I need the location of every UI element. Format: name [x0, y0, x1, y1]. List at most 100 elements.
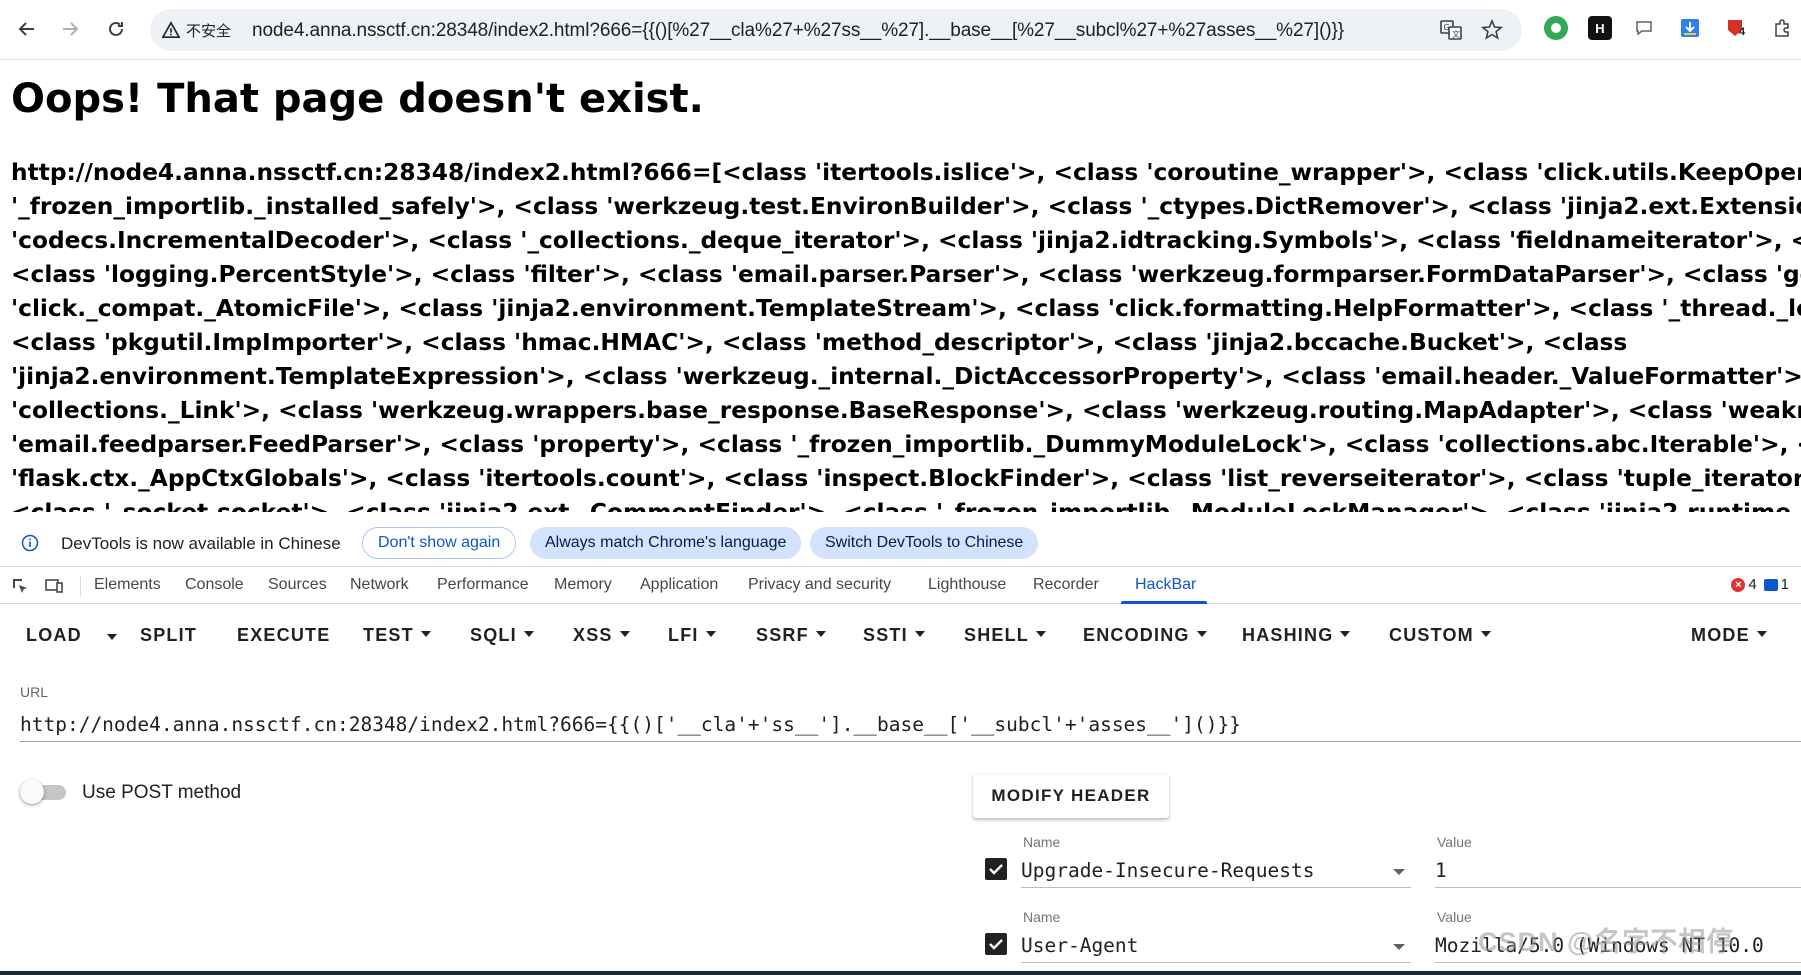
always-match-language-button[interactable]: Always match Chrome's language — [530, 527, 802, 559]
test-menu-button[interactable]: TEST — [363, 625, 431, 646]
hackbar-panel: LOAD SPLIT EXECUTE TEST SQLI XSS LFI SSR… — [0, 604, 1801, 975]
message-counter[interactable]: 1 — [1763, 576, 1789, 593]
mode-menu-button[interactable]: MODE — [1691, 625, 1767, 646]
body-line: <class 'logging.PercentStyle'>, <class '… — [11, 261, 1801, 288]
infobar-message: DevTools is now available in Chinese — [61, 534, 341, 553]
svg-text:G: G — [1444, 23, 1450, 32]
modify-header-button[interactable]: MODIFY HEADER — [973, 774, 1169, 818]
chevron-down-icon — [1340, 631, 1351, 638]
chevron-down-icon — [1036, 631, 1047, 638]
header-enabled-checkbox[interactable] — [985, 933, 1007, 955]
custom-menu-button[interactable]: CUSTOM — [1389, 625, 1491, 646]
body-line: 'flask.ctx._AppCtxGlobals'>, <class 'ite… — [11, 465, 1801, 492]
reload-button[interactable] — [98, 11, 134, 47]
header-name-value: User-Agent — [1021, 934, 1139, 957]
tab-elements[interactable]: Elements — [94, 576, 161, 594]
chevron-down-icon — [1756, 631, 1767, 638]
body-line: <class 'pkgutil.ImpImporter'>, <class 'h… — [11, 329, 1628, 356]
body-line: <class '_socket.socket'>, <class 'jinja2… — [11, 496, 1801, 512]
body-line: 'click._compat._AtomicFile'>, <class 'ji… — [11, 295, 1801, 322]
chevron-down-icon — [705, 631, 716, 638]
header-value-text: 1 — [1435, 859, 1447, 882]
checkmark-icon — [989, 864, 1003, 875]
header-row: Name Upgrade-Insecure-Requests Value 1 — [985, 834, 1801, 894]
chevron-down-icon — [619, 631, 630, 638]
header-name-select[interactable]: Upgrade-Insecure-Requests — [1021, 854, 1411, 888]
red-shield-extension-icon[interactable]: 4 — [1723, 16, 1747, 40]
tab-lighthouse[interactable]: Lighthouse — [928, 576, 1006, 594]
tab-hackbar[interactable]: HackBar — [1135, 576, 1196, 594]
tab-application[interactable]: Application — [640, 576, 718, 594]
body-line: http://node4.anna.nssctf.cn:28348/index2… — [11, 159, 1801, 186]
ssrf-menu-button[interactable]: SSRF — [756, 625, 826, 646]
header-name-select[interactable]: User-Agent — [1021, 929, 1411, 963]
dropdown-arrow-icon — [1393, 869, 1405, 875]
back-button[interactable] — [9, 11, 45, 47]
address-url[interactable]: node4.anna.nssctf.cn:28348/index2.html?6… — [252, 20, 1344, 42]
tab-network[interactable]: Network — [350, 576, 409, 594]
h-extension-icon[interactable]: H — [1588, 16, 1612, 40]
extension-badge: 4 — [1739, 26, 1746, 38]
body-line: '_frozen_importlib._installed_safely'>, … — [11, 193, 1801, 220]
chevron-down-icon — [1196, 631, 1207, 638]
page-title: Oops! That page doesn't exist. — [11, 76, 704, 122]
bookmark-star-icon[interactable] — [1481, 19, 1503, 41]
body-line: 'collections._Link'>, <class 'werkzeug.w… — [11, 397, 1801, 424]
issue-counters[interactable]: × 4 1 — [1731, 576, 1789, 593]
body-line: 'codecs.IncrementalDecoder'>, <class '_c… — [11, 227, 1801, 254]
xss-menu-button[interactable]: XSS — [573, 625, 630, 646]
dont-show-again-button[interactable]: Don't show again — [362, 527, 517, 559]
sqli-menu-button[interactable]: SQLI — [470, 625, 534, 646]
security-chip[interactable]: 不安全 — [162, 17, 231, 43]
download-extension-icon[interactable] — [1678, 16, 1702, 40]
load-button[interactable]: LOAD — [26, 625, 82, 646]
header-name-label: Name — [1023, 834, 1061, 850]
split-button[interactable]: SPLIT — [140, 625, 197, 646]
lfi-menu-button[interactable]: LFI — [668, 625, 716, 646]
load-dropdown-caret[interactable] — [107, 634, 117, 640]
green-circle-extension-icon[interactable] — [1544, 16, 1568, 40]
tab-memory[interactable]: Memory — [554, 576, 612, 594]
device-toolbar-icon[interactable] — [44, 576, 64, 596]
chat-extension-icon[interactable] — [1632, 16, 1656, 40]
url-textarea[interactable]: http://node4.anna.nssctf.cn:28348/index2… — [20, 708, 1801, 742]
hackbar-menu: LOAD SPLIT EXECUTE TEST SQLI XSS LFI SSR… — [0, 612, 1801, 662]
warning-triangle-icon — [162, 21, 180, 39]
switch-devtools-chinese-button[interactable]: Switch DevTools to Chinese — [810, 527, 1039, 559]
body-line: 'jinja2.environment.TemplateExpression'>… — [11, 363, 1801, 390]
puzzle-extension-icon[interactable] — [1770, 16, 1794, 40]
post-method-label: Use POST method — [82, 782, 242, 803]
toggle-thumb — [20, 780, 44, 804]
header-value-input[interactable]: 1 — [1435, 854, 1801, 888]
tab-privacy-security[interactable]: Privacy and security — [748, 576, 891, 594]
inspect-element-icon[interactable] — [10, 576, 30, 596]
url-field-label: URL — [20, 684, 49, 700]
taskbar-edge — [0, 971, 1801, 975]
ssti-menu-button[interactable]: SSTI — [863, 625, 925, 646]
shell-menu-button[interactable]: SHELL — [964, 625, 1047, 646]
svg-text:文: 文 — [1452, 29, 1460, 39]
chevron-down-icon — [523, 631, 534, 638]
tab-sources[interactable]: Sources — [268, 576, 327, 594]
header-name-value: Upgrade-Insecure-Requests — [1021, 859, 1315, 882]
dropdown-arrow-icon — [1393, 944, 1405, 950]
forward-button[interactable] — [52, 11, 88, 47]
message-icon — [1763, 578, 1778, 591]
post-method-toggle[interactable] — [20, 778, 68, 806]
info-icon — [21, 534, 39, 552]
tab-console[interactable]: Console — [185, 576, 244, 594]
header-enabled-checkbox[interactable] — [985, 858, 1007, 880]
hashing-menu-button[interactable]: HASHING — [1242, 625, 1351, 646]
tab-recorder[interactable]: Recorder — [1033, 576, 1099, 594]
url-textarea-value: http://node4.anna.nssctf.cn:28348/index2… — [20, 713, 1241, 736]
address-bar[interactable]: 不安全 node4.anna.nssctf.cn:28348/index2.ht… — [150, 9, 1522, 51]
tab-performance[interactable]: Performance — [437, 576, 529, 594]
security-label: 不安全 — [186, 22, 232, 40]
error-icon: × — [1731, 577, 1746, 592]
browser-toolbar: 不安全 node4.anna.nssctf.cn:28348/index2.ht… — [0, 0, 1801, 60]
error-counter[interactable]: × 4 — [1731, 576, 1757, 593]
chevron-down-icon — [914, 631, 925, 638]
encoding-menu-button[interactable]: ENCODING — [1083, 625, 1207, 646]
translate-icon[interactable]: G文 — [1440, 19, 1462, 41]
execute-button[interactable]: EXECUTE — [237, 625, 330, 646]
